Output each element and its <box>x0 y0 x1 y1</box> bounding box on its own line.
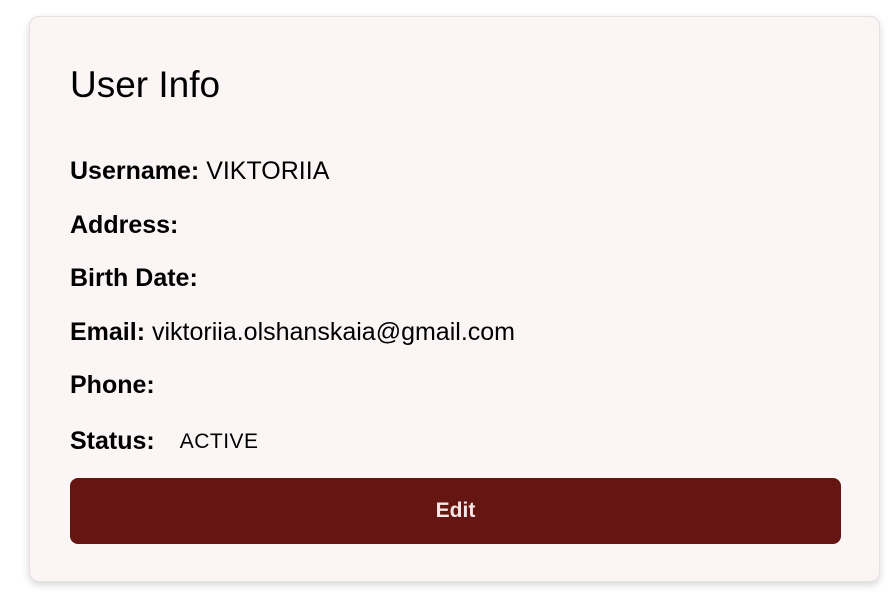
edit-button[interactable]: Edit <box>70 478 841 544</box>
phone-label: Phone: <box>70 371 155 399</box>
address-row: Address: <box>70 210 178 240</box>
email-value: viktoriia.olshanskaia@gmail.com <box>151 318 515 346</box>
status-badge: ACTIVE <box>179 430 259 453</box>
phone-row: Phone: <box>70 370 155 400</box>
birth-date-label: Birth Date: <box>70 264 198 292</box>
email-row: Email: viktoriia.olshanskaia@gmail.com <box>70 317 515 347</box>
user-info-card: User Info Username: VIKTORIIA Address: B… <box>29 16 880 582</box>
page-title: User Info <box>70 64 221 105</box>
username-label: Username: <box>70 157 200 185</box>
email-label: Email: <box>70 318 146 346</box>
birth-date-row: Birth Date: <box>70 263 198 293</box>
status-row: Status: ACTIVE <box>70 426 259 457</box>
username-value: VIKTORIIA <box>206 157 330 185</box>
status-label: Status: <box>70 427 155 455</box>
username-row: Username: VIKTORIIA <box>70 156 329 186</box>
address-label: Address: <box>70 211 179 239</box>
